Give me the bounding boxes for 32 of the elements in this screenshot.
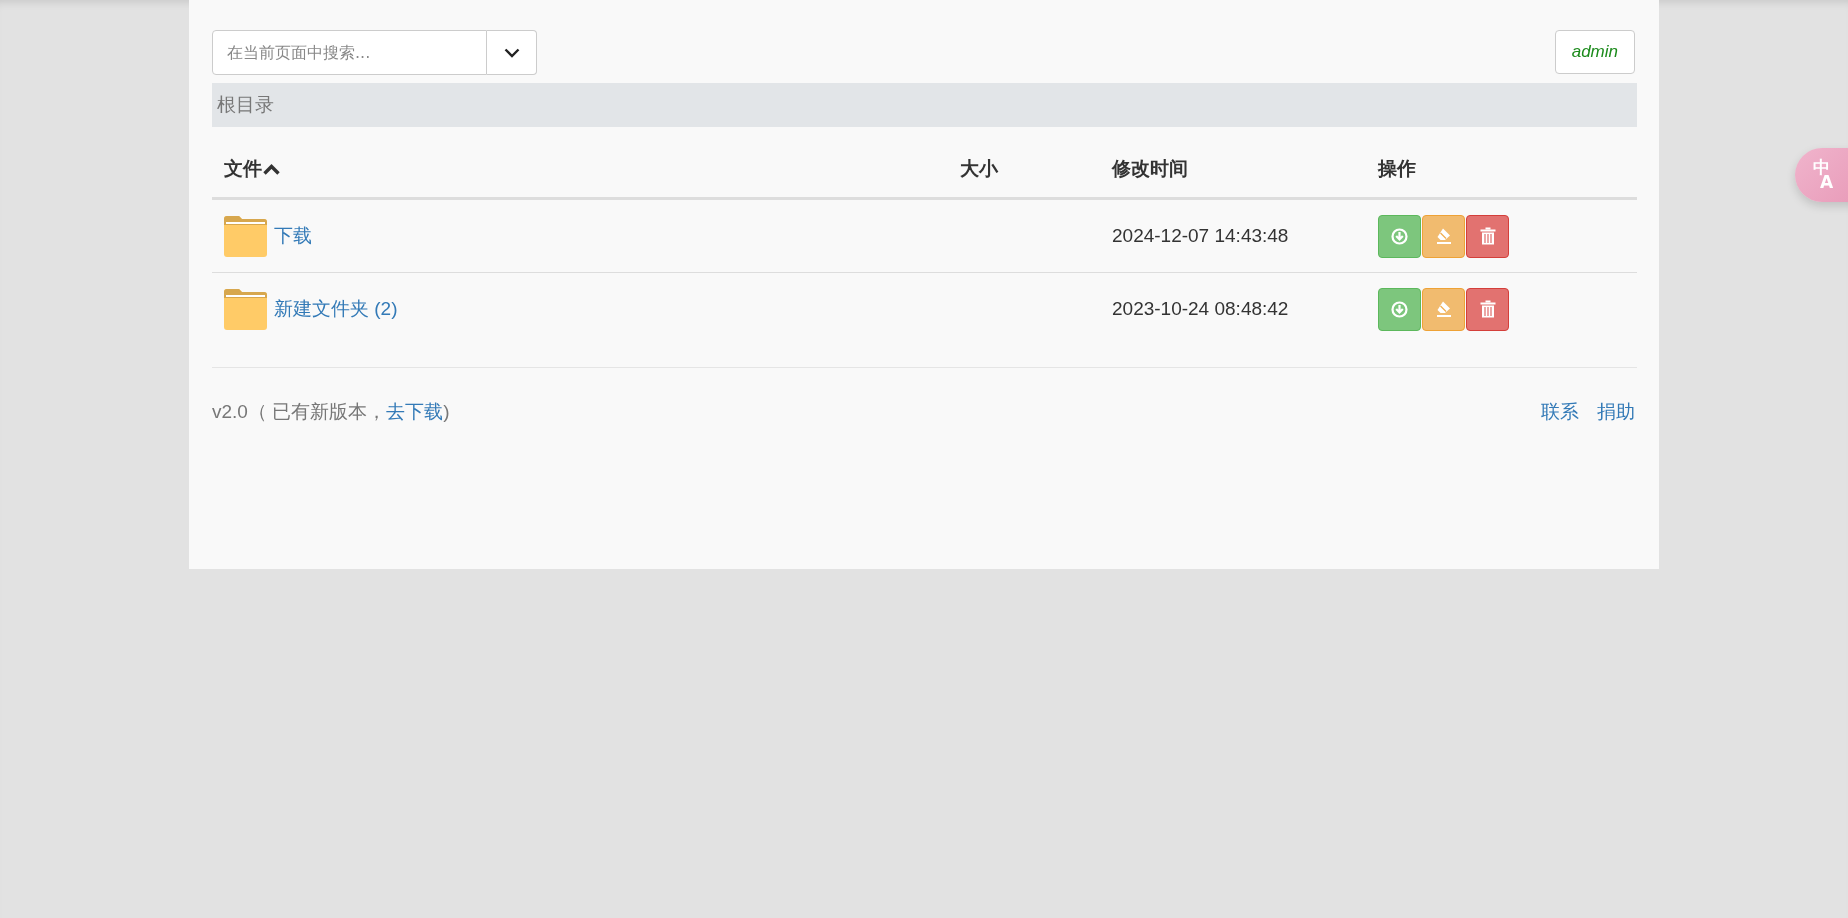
trash-icon	[1479, 300, 1496, 318]
column-header[interactable]: 操作	[1378, 156, 1416, 182]
trash-icon	[1479, 227, 1496, 245]
breadcrumb-item[interactable]: 根目录	[217, 92, 274, 118]
sort-header[interactable]: 文件	[224, 156, 280, 182]
folder-link[interactable]: 新建文件夹 (2)	[274, 296, 398, 322]
column-header[interactable]: 修改时间	[1112, 156, 1188, 182]
footer-link[interactable]: 联系	[1541, 398, 1579, 425]
search-field[interactable]: 在当前页面中搜索...	[212, 30, 487, 75]
folder-icon	[224, 288, 267, 330]
modified-time: 2023-10-24 08:48:42	[1112, 298, 1289, 319]
column-header[interactable]: 大小	[960, 156, 998, 182]
dropdown-button[interactable]	[487, 30, 537, 75]
chevron-down-icon	[503, 47, 520, 58]
eraser-icon	[1434, 300, 1453, 318]
download-link[interactable]: 去下载	[386, 400, 444, 422]
download-icon	[1391, 227, 1408, 245]
footer-link[interactable]: 捐助	[1597, 398, 1635, 425]
folder-link[interactable]: 下载	[274, 223, 312, 249]
download-button[interactable]	[1378, 287, 1421, 331]
delete-button[interactable]	[1466, 214, 1509, 258]
user-button[interactable]: admin	[1554, 30, 1635, 74]
caret-up-icon	[263, 163, 280, 175]
folder-icon	[224, 215, 267, 257]
download-button[interactable]	[1378, 214, 1421, 258]
edit-button[interactable]	[1422, 214, 1465, 258]
modified-time: 2024-12-07 14:43:48	[1112, 225, 1289, 246]
version-note: v2.0（ 已有新版本，去下载)	[212, 399, 450, 424]
eraser-icon	[1434, 227, 1453, 245]
edit-button[interactable]	[1422, 287, 1465, 331]
delete-button[interactable]	[1466, 287, 1509, 331]
download-icon	[1391, 300, 1408, 318]
